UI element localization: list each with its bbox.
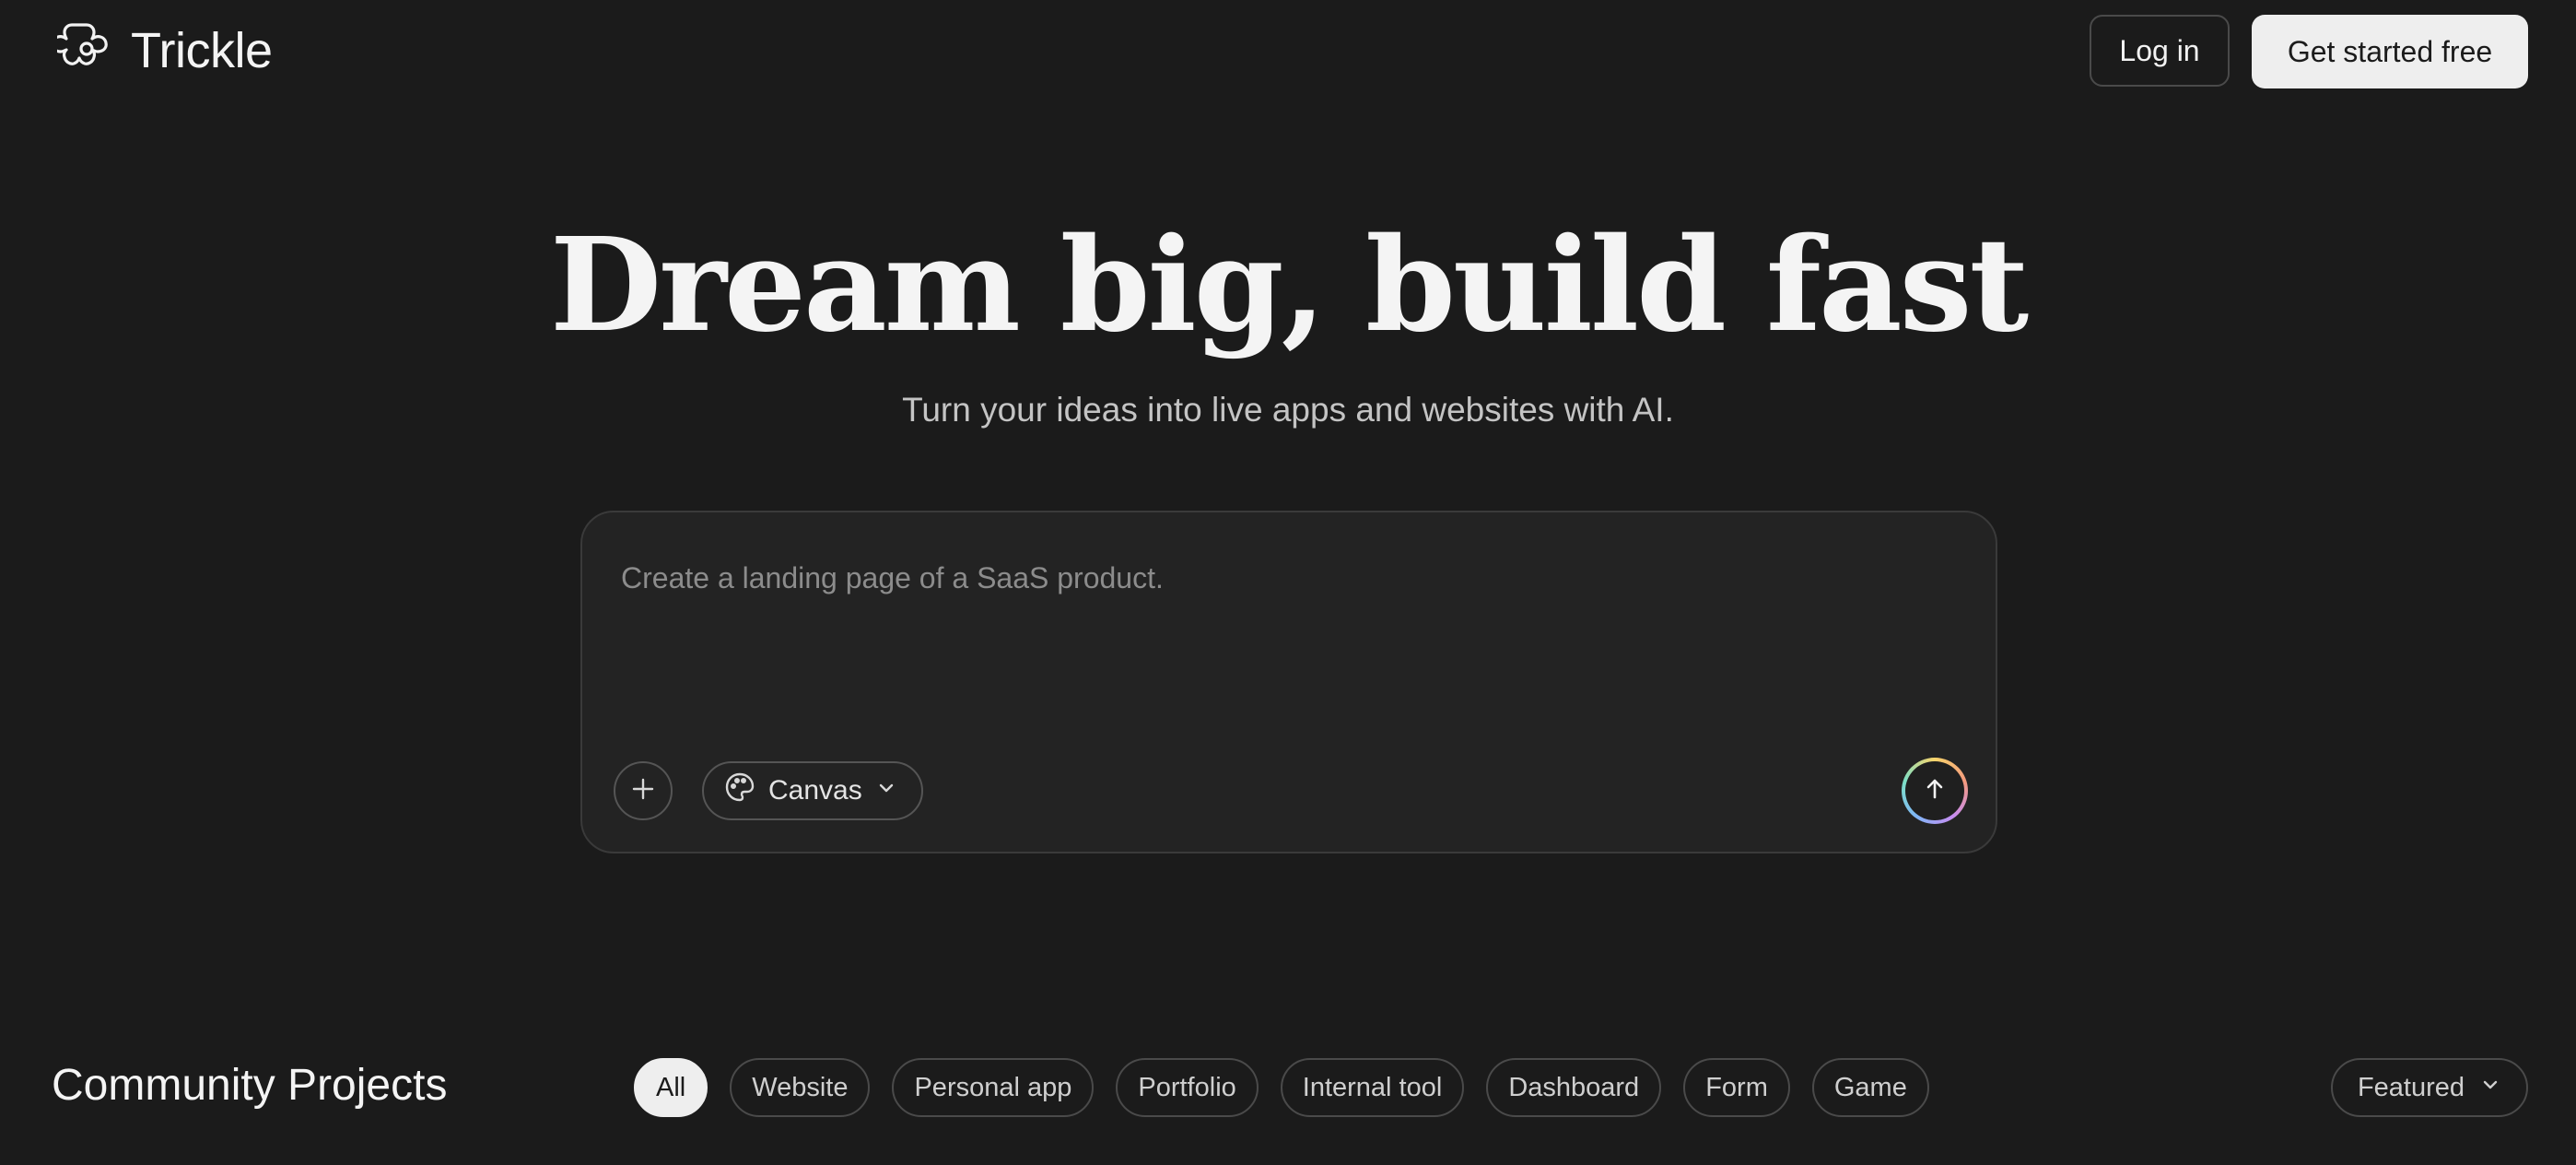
hero-subtitle: Turn your ideas into live apps and websi… <box>902 391 1674 429</box>
mode-select-button[interactable]: Canvas <box>702 761 923 820</box>
logo[interactable]: Trickle <box>51 19 273 83</box>
chevron-down-icon <box>875 775 897 806</box>
community-projects-title: Community Projects <box>52 1061 448 1110</box>
filter-chip-internal-tool[interactable]: Internal tool <box>1280 1058 1465 1117</box>
filter-chip-portfolio[interactable]: Portfolio <box>1116 1058 1259 1117</box>
login-button[interactable]: Log in <box>2090 15 2230 87</box>
filter-chip-website[interactable]: Website <box>730 1058 871 1117</box>
brand-name: Trickle <box>131 23 273 78</box>
chevron-down-icon <box>2479 1073 2501 1103</box>
project-filter-chips: All Website Personal app Portfolio Inter… <box>634 1058 1929 1117</box>
arrow-up-icon <box>1922 776 1948 806</box>
prompt-box: Canvas <box>580 511 1997 853</box>
palette-icon <box>724 771 755 810</box>
mode-label: Canvas <box>768 775 862 806</box>
sort-label: Featured <box>2357 1072 2465 1102</box>
sort-select[interactable]: Featured <box>2331 1058 2528 1117</box>
filter-chip-form[interactable]: Form <box>1683 1058 1790 1117</box>
get-started-button[interactable]: Get started free <box>2252 15 2528 88</box>
hero-title: Dream big, build fast <box>549 210 2029 361</box>
trickle-flower-icon <box>51 19 116 83</box>
filter-chip-personal-app[interactable]: Personal app <box>892 1058 1095 1117</box>
send-button[interactable] <box>1902 758 1968 824</box>
add-attachment-button[interactable] <box>614 761 673 820</box>
prompt-input[interactable] <box>619 549 1950 606</box>
filter-chip-game[interactable]: Game <box>1811 1058 1929 1117</box>
filter-chip-dashboard[interactable]: Dashboard <box>1486 1058 1662 1117</box>
filter-chip-all[interactable]: All <box>634 1058 708 1117</box>
plus-icon <box>630 776 656 806</box>
